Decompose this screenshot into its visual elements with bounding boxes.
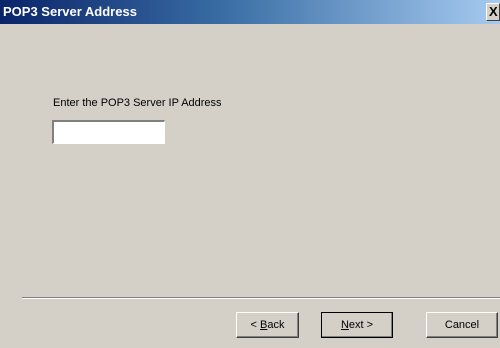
close-button[interactable]: X <box>486 3 500 21</box>
next-button-mnemonic: N <box>340 318 349 331</box>
ip-address-input[interactable] <box>52 120 165 144</box>
back-button-rest: ack <box>267 318 285 331</box>
back-button-prefix: < <box>250 318 260 331</box>
wizard-dialog: POP3 Server Address X Enter the POP3 Ser… <box>0 0 500 348</box>
back-button[interactable]: < Back <box>236 312 299 338</box>
cancel-button[interactable]: Cancel <box>426 312 498 338</box>
window-title: POP3 Server Address <box>3 4 137 19</box>
next-button[interactable]: Next > <box>321 312 393 338</box>
close-icon: X <box>489 4 498 19</box>
title-bar[interactable]: POP3 Server Address X <box>0 0 500 24</box>
next-button-rest: ext > <box>348 318 374 331</box>
ip-address-label: Enter the POP3 Server IP Address <box>53 97 222 109</box>
button-separator <box>22 297 500 299</box>
